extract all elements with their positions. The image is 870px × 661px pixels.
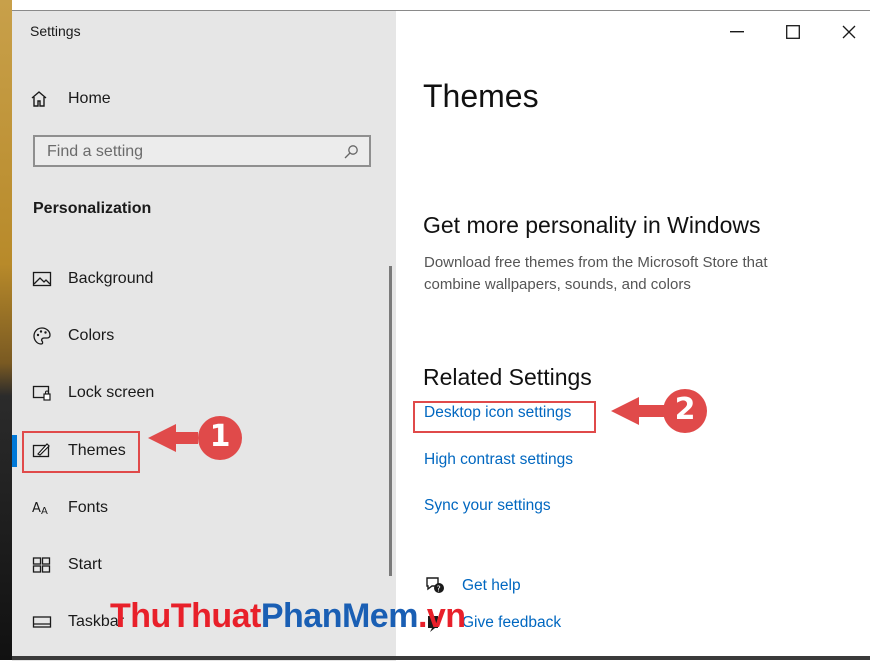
watermark-part-3: .vn — [417, 597, 466, 635]
sidebar-item-label: Colors — [68, 327, 115, 344]
callout-number-2: 2 — [674, 392, 696, 427]
svg-text:?: ? — [437, 585, 441, 594]
settings-window: Settings Home Find a setting Personaliza… — [12, 10, 870, 661]
sidebar-item-label: Background — [68, 270, 154, 287]
get-help-label: Get help — [462, 577, 521, 594]
search-placeholder: Find a setting — [47, 143, 144, 160]
sidebar-item-colors[interactable]: Colors — [32, 322, 114, 350]
watermark-part-2: PhanMem — [260, 597, 419, 635]
highlight-box-themes — [22, 431, 140, 473]
callout-arrow-1: 1 — [146, 414, 242, 462]
sidebar-item-label: Lock screen — [68, 384, 155, 401]
close-icon — [842, 25, 856, 39]
window-bottom-edge — [12, 656, 870, 660]
selected-indicator — [12, 435, 17, 467]
desktop-background-edge — [0, 0, 12, 660]
sidebar-item-fonts[interactable]: AA Fonts — [32, 494, 108, 522]
section-title: Personalization — [33, 200, 152, 217]
page-title: Themes — [423, 78, 539, 114]
high-contrast-settings-link[interactable]: High contrast settings — [424, 451, 573, 469]
sidebar: Settings Home Find a setting Personaliza… — [12, 11, 396, 661]
palette-icon — [32, 325, 58, 347]
related-settings-heading: Related Settings — [423, 364, 592, 390]
search-input[interactable]: Find a setting — [33, 135, 371, 167]
sidebar-item-label: Fonts — [68, 499, 109, 516]
sidebar-item-background[interactable]: Background — [32, 265, 153, 293]
callout-number-1: 1 — [209, 419, 231, 454]
sync-your-settings-link[interactable]: Sync your settings — [424, 497, 551, 515]
callout-arrow-2: 2 — [609, 387, 707, 435]
close-button[interactable] — [834, 21, 864, 43]
sidebar-item-start[interactable]: Start — [32, 551, 102, 579]
window-title: Settings — [30, 23, 81, 39]
get-help-link[interactable]: ? Get help — [424, 574, 521, 598]
personality-description: Download free themes from the Microsoft … — [424, 254, 768, 293]
start-icon — [32, 554, 58, 576]
maximize-icon — [786, 25, 800, 39]
help-chat-icon: ? — [424, 575, 450, 597]
home-icon — [30, 88, 56, 110]
maximize-button[interactable] — [778, 21, 808, 43]
sidebar-item-label: Start — [68, 556, 102, 573]
fonts-icon: AA — [32, 497, 58, 519]
minimize-icon — [730, 31, 744, 33]
personality-heading: Get more personality in Windows — [423, 212, 761, 238]
home-nav-item[interactable]: Home — [30, 87, 111, 111]
sidebar-item-lock-screen[interactable]: Lock screen — [32, 379, 154, 407]
taskbar-icon — [32, 611, 58, 633]
search-icon — [343, 144, 359, 165]
minimize-button[interactable] — [722, 21, 752, 43]
svg-text:A: A — [41, 506, 48, 517]
watermark-logo: ThuThuatPhanMem.vn — [110, 597, 466, 636]
lock-screen-icon — [32, 382, 58, 404]
home-label: Home — [68, 90, 111, 107]
window-controls — [722, 21, 864, 43]
image-icon — [32, 268, 58, 290]
give-feedback-label: Give feedback — [462, 614, 562, 631]
svg-text:A: A — [32, 501, 41, 516]
sidebar-scrollbar[interactable] — [389, 266, 392, 576]
highlight-box-desktop-icon — [413, 401, 596, 433]
watermark-part-1: ThuThuat — [110, 597, 261, 635]
